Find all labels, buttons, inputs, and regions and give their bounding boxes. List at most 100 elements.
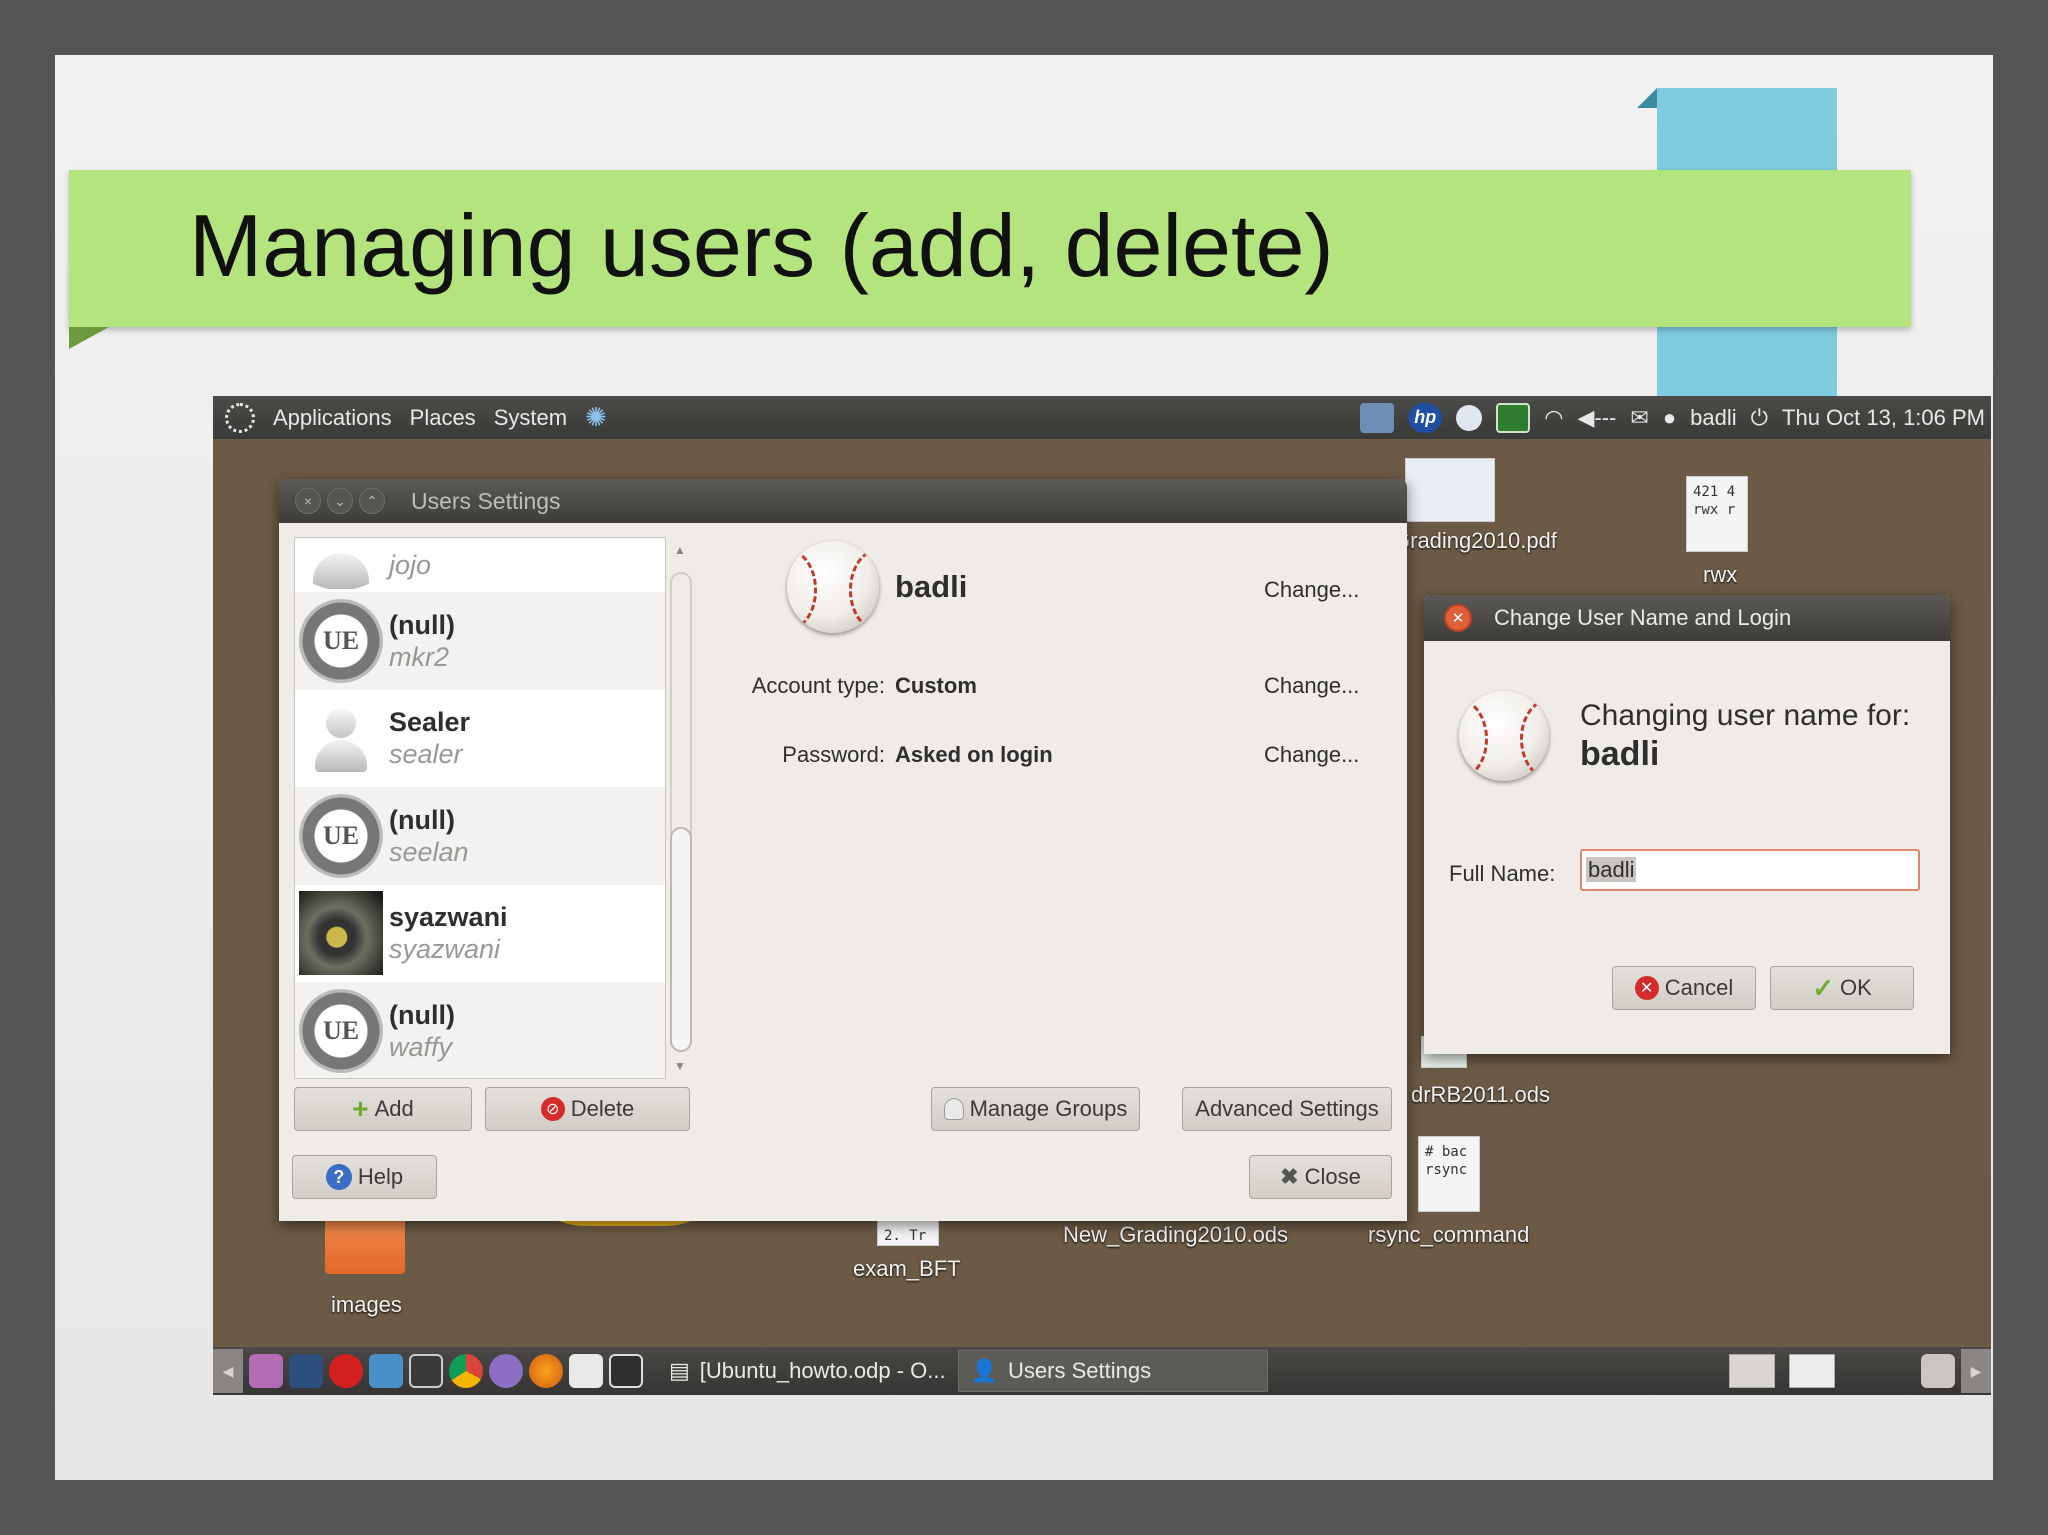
screenshot-icon[interactable] (609, 1354, 643, 1388)
users-settings-window: × ⌄ ⌃ Users Settings jojo UE (null) mkr2… (279, 479, 1407, 1221)
users-settings-titlebar[interactable]: × ⌄ ⌃ Users Settings (279, 479, 1407, 523)
grading-pdf-thumbnail[interactable] (1405, 458, 1495, 522)
network-globe-icon[interactable]: ✺ (585, 402, 607, 433)
dialog-ok-button[interactable]: ✓ OK (1770, 966, 1914, 1010)
window-maximize-icon[interactable]: ⌃ (359, 488, 385, 514)
taskbar-item-impress[interactable]: ▤ [Ubuntu_howto.odp - O... (657, 1350, 958, 1392)
panel-clock[interactable]: Thu Oct 13, 1:06 PM (1782, 405, 1985, 431)
opera-icon[interactable] (329, 1354, 363, 1388)
add-label: Add (374, 1096, 414, 1121)
plus-icon: + (352, 1093, 369, 1124)
desktop-icon-new-grading-ods[interactable]: New_Grading2010.ods (1063, 1222, 1288, 1248)
no-entry-icon: ⊘ (540, 1097, 565, 1121)
window-minimize-icon[interactable]: ⌄ (327, 488, 353, 514)
exam-thumbnail[interactable]: 2. Tr (877, 1220, 939, 1246)
password-value: Asked on login (895, 742, 1053, 767)
mail-icon[interactable]: ✉ (1630, 405, 1648, 431)
account-type-value: Custom (895, 673, 977, 698)
scrollbar-thumb[interactable] (670, 827, 692, 1052)
user-list-scrollbar[interactable]: ▲ ▼ (666, 537, 696, 1079)
desktop-icon-rsync-command[interactable]: rsync_command (1368, 1222, 1529, 1248)
desktop-icon-rwx[interactable]: rwx (1703, 562, 1737, 588)
rwx-thumbnail[interactable]: 421 4 rwx r (1686, 476, 1748, 552)
panel-username[interactable]: badli (1690, 405, 1736, 431)
clock-applet-icon[interactable] (1456, 404, 1483, 431)
rsync-thumbnail[interactable]: # bac rsync (1418, 1136, 1480, 1212)
desktop-icon-drrb-ods[interactable]: drRB2011.ods (1411, 1082, 1550, 1108)
dialog-close-icon[interactable]: ✕ (1444, 604, 1472, 632)
user-row-mkr2[interactable]: UE (null) mkr2 (295, 592, 665, 690)
menu-system[interactable]: System (494, 405, 567, 431)
firefox-icon[interactable] (529, 1354, 563, 1388)
editor-icon[interactable] (569, 1354, 603, 1388)
dialog-cancel-button[interactable]: ✕ Cancel (1612, 966, 1756, 1010)
panel-scroll-right-icon[interactable]: ▶ (1961, 1349, 1991, 1393)
desktop-icon-exam-bft[interactable]: exam_BFT (853, 1256, 961, 1282)
user-row-jojo[interactable]: jojo (295, 538, 665, 592)
tray-chrome-icon[interactable] (1789, 1354, 1835, 1388)
selected-user-avatar[interactable] (787, 541, 879, 633)
accent-tab-fold (1637, 88, 1657, 108)
cancel-label: Cancel (1664, 975, 1734, 1000)
change-account-type-button[interactable]: Change... (1264, 673, 1359, 699)
change-password-button[interactable]: Change... (1264, 742, 1359, 768)
user-login: syazwani (389, 934, 501, 965)
change-name-button[interactable]: Change... (1264, 577, 1359, 603)
files-icon[interactable] (249, 1354, 283, 1388)
dialog-title: Change User Name and Login (1494, 605, 1792, 630)
help-button[interactable]: ? Help (292, 1155, 437, 1199)
menu-places[interactable]: Places (410, 405, 476, 431)
menu-applications[interactable]: Applications (273, 405, 392, 431)
user-row-label: Sealer sealer (389, 706, 470, 770)
user-login: mkr2 (389, 641, 449, 672)
user-login: seelan (389, 836, 469, 867)
cat-eye-avatar-icon (299, 891, 383, 976)
change-user-name-dialog: ✕ Change User Name and Login Changing us… (1424, 595, 1950, 1054)
user-row-seelan[interactable]: UE (null) seelan (295, 787, 665, 885)
desktop-icon-images[interactable]: images (331, 1292, 402, 1318)
user-row-syazwani[interactable]: syazwani syazwani (295, 885, 665, 983)
scroll-up-arrow-icon[interactable]: ▲ (674, 543, 686, 557)
power-icon[interactable]: ⏻ (1751, 405, 1768, 431)
volume-icon[interactable]: ◀--- (1577, 405, 1616, 431)
cancel-icon: ✕ (1634, 976, 1659, 1000)
images-folder-icon[interactable] (325, 1218, 405, 1274)
manage-groups-button[interactable]: Manage Groups (931, 1087, 1140, 1131)
monitor-icon[interactable] (409, 1354, 443, 1388)
delete-user-button[interactable]: ⊘ Delete (485, 1087, 690, 1131)
terminal-icon[interactable] (289, 1354, 323, 1388)
user-row-sealer[interactable]: Sealer sealer (295, 690, 665, 788)
dialog-avatar (1459, 691, 1549, 781)
user-display-name: (null) (389, 609, 455, 640)
chrome-icon[interactable] (449, 1354, 483, 1388)
taskbar-item-users-settings[interactable]: 👤 Users Settings (957, 1350, 1268, 1392)
tray-users-icon[interactable] (1729, 1354, 1775, 1388)
checkmark-icon: ✓ (1812, 972, 1834, 1003)
user-status-icon[interactable]: ● (1663, 405, 1676, 431)
add-user-button[interactable]: + Add (294, 1087, 472, 1131)
hp-printer-icon[interactable]: hp (1408, 402, 1443, 433)
desktop-icon-grading-pdf[interactable]: Grading2010.pdf (1393, 528, 1557, 554)
system-monitor-icon[interactable] (1496, 402, 1531, 433)
scroll-down-arrow-icon[interactable]: ▼ (674, 1059, 686, 1073)
ue-logo-avatar-icon: UE (299, 793, 383, 878)
user-row-label: jojo (389, 549, 431, 581)
panel-scroll-left-icon[interactable]: ◀ (213, 1349, 243, 1393)
advanced-settings-button[interactable]: Advanced Settings (1182, 1087, 1392, 1131)
user-login: jojo (389, 550, 432, 580)
user-list[interactable]: jojo UE (null) mkr2 Sealer sealer UE (nu… (294, 537, 666, 1079)
window-close-icon[interactable]: × (295, 488, 321, 514)
user-row-waffy[interactable]: UE (null) waffy (295, 982, 665, 1078)
trash-icon[interactable] (1921, 1354, 1955, 1388)
wifi-icon[interactable]: ◠ (1544, 405, 1563, 431)
taskbar-item-label: [Ubuntu_howto.odp - O... (699, 1358, 946, 1383)
taskbar-item-label: Users Settings (1008, 1358, 1152, 1383)
dialog-titlebar[interactable]: ✕ Change User Name and Login (1424, 595, 1950, 641)
network-manager-icon[interactable] (1360, 402, 1395, 433)
network-icon[interactable] (369, 1354, 403, 1388)
close-button[interactable]: ✖ Close (1249, 1155, 1392, 1199)
pidgin-icon[interactable] (489, 1354, 523, 1388)
document-icon: ▤ (669, 1358, 690, 1383)
ubuntu-logo-icon[interactable] (225, 402, 255, 433)
full-name-input[interactable]: badli (1580, 849, 1920, 891)
